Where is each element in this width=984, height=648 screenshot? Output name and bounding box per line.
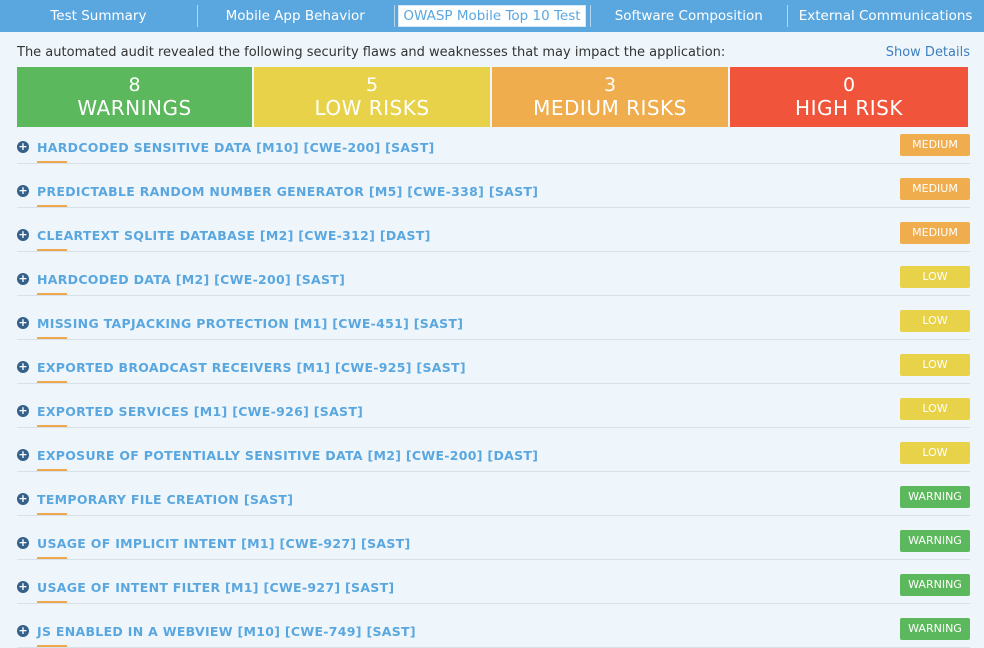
finding-title[interactable]: EXPORTED SERVICES [M1] [CWE-926] [SAST]: [37, 404, 363, 419]
expand-plus-icon[interactable]: +: [17, 361, 29, 373]
title-underline-accent: [37, 205, 67, 207]
summary-count: 3: [603, 73, 617, 96]
tab-label: Mobile App Behavior: [225, 8, 365, 24]
severity-badge: LOW: [900, 310, 970, 332]
title-underline-accent: [37, 469, 67, 471]
expand-plus-icon[interactable]: +: [17, 405, 29, 417]
finding-row[interactable]: + HARDCODED DATA [M2] [CWE-200] [SAST] L…: [17, 266, 970, 296]
finding-title[interactable]: PREDICTABLE RANDOM NUMBER GENERATOR [M5]…: [37, 184, 538, 199]
summary-label: LOW RISKS: [314, 95, 430, 120]
tab-test-summary[interactable]: Test Summary: [0, 0, 197, 32]
expand-plus-icon[interactable]: +: [17, 625, 29, 637]
expand-plus-icon[interactable]: +: [17, 229, 29, 241]
expand-plus-icon[interactable]: +: [17, 449, 29, 461]
finding-title[interactable]: EXPORTED BROADCAST RECEIVERS [M1] [CWE-9…: [37, 360, 466, 375]
tab-label: OWASP Mobile Top 10 Test: [398, 5, 586, 27]
tab-mobile-app-behavior[interactable]: Mobile App Behavior: [196, 0, 394, 32]
tab-label: Software Composition: [614, 8, 763, 24]
title-underline-accent: [37, 381, 67, 383]
finding-title[interactable]: EXPOSURE OF POTENTIALLY SENSITIVE DATA […: [37, 448, 538, 463]
finding-title[interactable]: USAGE OF INTENT FILTER [M1] [CWE-927] [S…: [37, 580, 394, 595]
summary-warnings: 8 WARNINGS: [17, 67, 254, 127]
finding-title[interactable]: JS ENABLED IN A WEBVIEW [M10] [CWE-749] …: [37, 624, 416, 639]
finding-title[interactable]: MISSING TAPJACKING PROTECTION [M1] [CWE-…: [37, 316, 463, 331]
title-underline-accent: [37, 645, 67, 647]
severity-badge: WARNING: [900, 574, 970, 596]
finding-row[interactable]: + USAGE OF INTENT FILTER [M1] [CWE-927] …: [17, 574, 970, 604]
tab-external-communications[interactable]: External Communications: [787, 0, 984, 32]
summary-count: 8: [128, 73, 141, 96]
finding-title[interactable]: HARDCODED SENSITIVE DATA [M10] [CWE-200]…: [37, 140, 435, 155]
summary-label: MEDIUM RISKS: [533, 95, 687, 120]
summary-count: 5: [365, 73, 379, 96]
show-details-link[interactable]: Show Details: [886, 44, 970, 62]
summary-medium-risks: 3 MEDIUM RISKS: [492, 67, 730, 127]
severity-badge: MEDIUM: [900, 178, 970, 200]
title-underline-accent: [37, 337, 67, 339]
expand-plus-icon[interactable]: +: [17, 273, 29, 285]
finding-row[interactable]: + EXPOSURE OF POTENTIALLY SENSITIVE DATA…: [17, 442, 970, 472]
expand-plus-icon[interactable]: +: [17, 317, 29, 329]
intro-text: The automated audit revealed the followi…: [17, 45, 726, 60]
tab-bar: Test Summary Mobile App Behavior OWASP M…: [0, 0, 984, 32]
severity-badge: LOW: [900, 442, 970, 464]
severity-badge: LOW: [900, 398, 970, 420]
title-underline-accent: [37, 513, 67, 515]
severity-badge: MEDIUM: [900, 134, 970, 156]
finding-title[interactable]: TEMPORARY FILE CREATION [SAST]: [37, 492, 293, 507]
tab-label: Test Summary: [50, 8, 147, 24]
finding-row[interactable]: + EXPORTED SERVICES [M1] [CWE-926] [SAST…: [17, 398, 970, 428]
severity-badge: LOW: [900, 354, 970, 376]
finding-row[interactable]: + USAGE OF IMPLICIT INTENT [M1] [CWE-927…: [17, 530, 970, 560]
finding-row[interactable]: + TEMPORARY FILE CREATION [SAST] WARNING: [17, 486, 970, 516]
finding-row[interactable]: + PREDICTABLE RANDOM NUMBER GENERATOR [M…: [17, 178, 970, 208]
severity-badge: WARNING: [900, 618, 970, 640]
finding-row[interactable]: + CLEARTEXT SQLITE DATABASE [M2] [CWE-31…: [17, 222, 970, 252]
title-underline-accent: [37, 601, 67, 603]
finding-title[interactable]: CLEARTEXT SQLITE DATABASE [M2] [CWE-312]…: [37, 228, 431, 243]
risk-summary: 8 WARNINGS 5 LOW RISKS 3 MEDIUM RISKS 0 …: [17, 67, 968, 127]
summary-high-risk: 0 HIGH RISK: [730, 67, 968, 127]
title-underline-accent: [37, 557, 67, 559]
expand-plus-icon[interactable]: +: [17, 141, 29, 153]
title-underline-accent: [37, 161, 67, 163]
summary-label: WARNINGS: [77, 95, 192, 120]
finding-title[interactable]: USAGE OF IMPLICIT INTENT [M1] [CWE-927] …: [37, 536, 411, 551]
summary-label: HIGH RISK: [795, 95, 903, 120]
severity-badge: WARNING: [900, 530, 970, 552]
expand-plus-icon[interactable]: +: [17, 493, 29, 505]
finding-row[interactable]: + EXPORTED BROADCAST RECEIVERS [M1] [CWE…: [17, 354, 970, 384]
intro-line: The automated audit revealed the followi…: [17, 44, 970, 62]
summary-low-risks: 5 LOW RISKS: [254, 67, 492, 127]
severity-badge: WARNING: [900, 486, 970, 508]
expand-plus-icon[interactable]: +: [17, 185, 29, 197]
title-underline-accent: [37, 249, 67, 251]
summary-count: 0: [842, 73, 856, 96]
expand-plus-icon[interactable]: +: [17, 537, 29, 549]
tab-software-composition[interactable]: Software Composition: [590, 0, 787, 32]
expand-plus-icon[interactable]: +: [17, 581, 29, 593]
finding-row[interactable]: + HARDCODED SENSITIVE DATA [M10] [CWE-20…: [17, 134, 970, 164]
tab-owasp-mobile-top-10[interactable]: OWASP Mobile Top 10 Test: [393, 0, 591, 32]
finding-title[interactable]: HARDCODED DATA [M2] [CWE-200] [SAST]: [37, 272, 345, 287]
severity-badge: MEDIUM: [900, 222, 970, 244]
severity-badge: LOW: [900, 266, 970, 288]
title-underline-accent: [37, 293, 67, 295]
title-underline-accent: [37, 425, 67, 427]
tab-label: External Communications: [798, 8, 973, 24]
finding-row[interactable]: + MISSING TAPJACKING PROTECTION [M1] [CW…: [17, 310, 970, 340]
